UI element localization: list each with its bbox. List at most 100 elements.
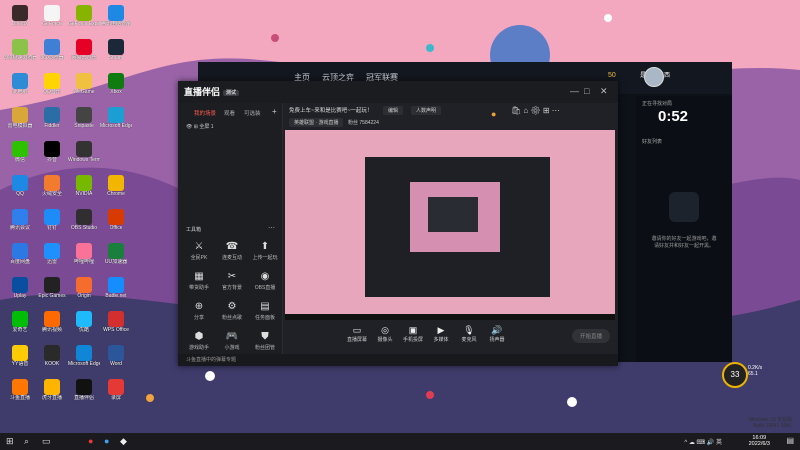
desktop-icon[interactable]: Word <box>100 342 132 376</box>
desktop-icon[interactable]: 百度网盘 <box>4 240 36 274</box>
desktop-icon[interactable]: 火绒安全 <box>36 172 68 206</box>
source-control[interactable]: ▶ 多媒体 <box>427 325 455 343</box>
close-icon[interactable]: ✕ <box>600 86 608 97</box>
desktop-icon[interactable]: 腾讯会议 <box>4 206 36 240</box>
desktop-icon[interactable]: 斗鱼直播 <box>4 376 36 410</box>
desktop-icon[interactable]: 微信 <box>4 138 36 172</box>
desktop-icon[interactable]: Fiddler <box>36 104 68 138</box>
app-tray-icon-1[interactable]: ● <box>88 436 93 446</box>
desktop-icon[interactable]: 录屏 <box>100 376 132 410</box>
desktop-icon[interactable]: WPS Office <box>100 308 132 342</box>
desktop-icon[interactable]: KOOK <box>36 342 68 376</box>
desktop-icon[interactable]: 哔哩哔哩 <box>68 240 100 274</box>
app-icon <box>140 107 156 123</box>
start-menu-icon[interactable]: ⊞ <box>6 436 14 447</box>
desktop-icon[interactable]: UU加速器 <box>100 240 132 274</box>
scene-item[interactable]: 👁 ⊞ 全屏 1 <box>186 123 214 130</box>
desktop-icon[interactable]: 此电脑 <box>4 70 36 104</box>
desktop-icon[interactable]: 爱奇艺 <box>4 308 36 342</box>
desktop-icon[interactable]: 腾讯电脑管家 <box>100 2 132 36</box>
desktop-icon[interactable]: Chrome <box>100 172 132 206</box>
task-view-icon[interactable]: ▭ <box>42 436 51 447</box>
add-scene-icon[interactable]: + <box>272 107 277 116</box>
tool-button[interactable]: ⬆ 上传一起玩 <box>248 241 282 261</box>
desktop-icon[interactable]: Xbox <box>100 70 132 104</box>
desktop-icon[interactable]: 迅雷 <box>36 240 68 274</box>
tool-label: 带货助手 <box>188 285 209 291</box>
notification-icon[interactable]: ● <box>491 109 496 119</box>
system-tray-icons[interactable]: ^ ☁ ⌨ 🔊 英 <box>684 437 722 446</box>
tool-button[interactable]: ▦ 带货助手 <box>182 271 216 291</box>
desktop-icon[interactable]: 腾讯视频 <box>36 308 68 342</box>
desktop-icon[interactable]: 虎牙直播 <box>36 376 68 410</box>
desktop-icon[interactable]: 抖音 <box>36 138 68 172</box>
desktop-icon[interactable]: NVIDIA <box>68 172 100 206</box>
desktop-icon[interactable]: Uplay <box>4 274 36 308</box>
desktop-icon[interactable]: 优酷 <box>68 308 100 342</box>
more-tools-icon[interactable]: ⋯ <box>268 224 275 232</box>
tool-button[interactable]: ▤ 任务面板 <box>248 301 282 321</box>
app-icon <box>76 311 92 327</box>
tool-button[interactable]: 🎮 小游戏 <box>215 331 249 351</box>
stream-preview[interactable] <box>285 130 615 320</box>
search-icon[interactable]: ⌕ <box>24 436 29 447</box>
desktop-icon[interactable]: Microsoft Edge <box>100 104 132 138</box>
minimize-icon[interactable]: — <box>570 86 579 96</box>
tool-button[interactable]: ◉ OBS直播 <box>248 271 282 291</box>
avatar[interactable] <box>644 67 664 87</box>
source-control[interactable]: ▣ 手机投屏 <box>399 325 427 343</box>
tool-button[interactable]: ⚙ 粉丝点歌 <box>215 301 249 321</box>
desktop-icon[interactable]: Battle.net <box>100 274 132 308</box>
desktop-icon[interactable]: Office <box>100 206 132 240</box>
desktop-icon[interactable]: Snipaste <box>68 104 100 138</box>
desktop-icon[interactable]: DirectX <box>4 2 36 36</box>
desktop-icon-label: 斗鱼直播 <box>9 395 30 401</box>
desktop-icon[interactable]: 钉钉 <box>36 206 68 240</box>
desktop-icon[interactable]: 网易云音乐 <box>68 36 100 70</box>
tool-button[interactable]: ⊕ 分享 <box>182 301 216 321</box>
desktop-icon[interactable]: 雷电模拟器 <box>4 104 36 138</box>
app-tray-icon-2[interactable]: ● <box>104 436 109 446</box>
desktop-icon[interactable]: QQ <box>4 172 36 206</box>
desktop-icon[interactable]: WeGame <box>68 70 100 104</box>
clock[interactable]: 16:09 2022/6/3 <box>749 435 770 447</box>
tool-button[interactable]: ✂ 官方背景 <box>215 271 249 291</box>
desktop-icon[interactable]: 直播伴侣 <box>68 376 100 410</box>
tool-button[interactable]: ⚔ 全民PK <box>182 241 216 261</box>
tool-button[interactable]: ⛊ 粉丝团管 <box>248 331 282 351</box>
tab-watch[interactable]: 观看 <box>224 109 235 117</box>
source-control[interactable]: ◎ 摄像头 <box>371 325 399 343</box>
start-live-button[interactable]: 开始直播 <box>571 329 610 343</box>
source-control[interactable]: 🔊 扬声器 <box>483 325 511 343</box>
tab-my-scenes[interactable]: 我的场景 <box>194 109 216 117</box>
desktop-icon[interactable]: Steam <box>100 36 132 70</box>
category-button[interactable]: 英雄联盟 · 游戏直播 <box>289 118 344 127</box>
app-tray-icon-3[interactable]: ◆ <box>120 436 127 447</box>
desktop-icon[interactable]: 360浏览器 <box>36 36 68 70</box>
source-control[interactable]: ▭ 直播屏幕 <box>343 325 371 343</box>
audience-notice-button[interactable]: 人数声明 <box>411 106 442 115</box>
desktop-icon[interactable]: Microsoft Edge <box>68 342 100 376</box>
edit-title-button[interactable]: 编辑 <box>383 106 404 115</box>
desktop-icon <box>132 172 164 206</box>
desktop-icon[interactable]: OBS Studio <box>68 206 100 240</box>
maximize-icon[interactable]: □ <box>584 86 589 96</box>
desktop-icon[interactable]: YY语音 <box>4 342 36 376</box>
desktop-icon[interactable]: Origin <box>68 274 100 308</box>
network-gauge[interactable]: 33 <box>722 362 748 388</box>
tool-button[interactable]: ⬢ 游戏助手 <box>182 331 216 351</box>
desktop-icon[interactable]: Windows Terminal <box>68 138 100 172</box>
tab-optional[interactable]: 可选装 <box>244 109 261 117</box>
room-title[interactable]: 免费上车~来和是比赛吧~一起玩！ <box>289 106 372 114</box>
desktop-icon[interactable]: 360极速浏览器 <box>4 36 36 70</box>
desktop-icon[interactable]: GeForce Experience <box>68 2 100 36</box>
desktop-icon[interactable]: GeForce <box>36 2 68 36</box>
desktop-icon[interactable]: Epic Games <box>36 274 68 308</box>
windows-watermark: Windows 10 专业版 Build 19041.1081 <box>748 417 792 429</box>
source-control[interactable]: 🎙 麦克风 <box>455 325 483 343</box>
taskbar: ⊞ ⌕ ▭ ● ● ◆ ^ ☁ ⌨ 🔊 英 16:09 2022/6/3 ▤ <box>0 433 800 450</box>
desktop-icon[interactable]: QQ音乐 <box>36 70 68 104</box>
toolbar-icons[interactable]: 🛍 ⌂ ⚙ ⊞ ⋯ <box>511 106 560 115</box>
tool-button[interactable]: ☎ 连麦互动 <box>215 241 249 261</box>
notification-center-icon[interactable]: ▤ <box>786 436 794 445</box>
